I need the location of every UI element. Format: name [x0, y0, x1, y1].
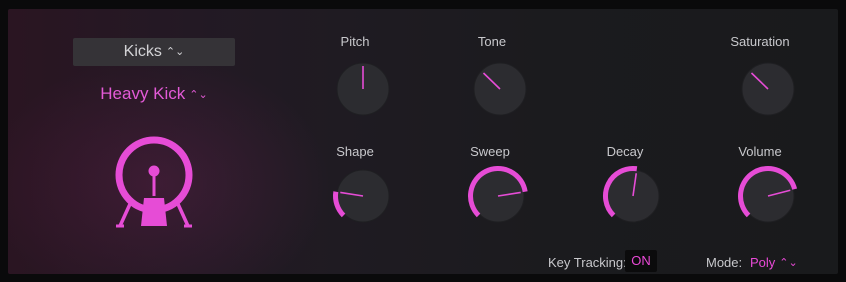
knob-label-pitch: Pitch — [340, 34, 370, 49]
knob-label-volume: Volume — [738, 144, 782, 159]
drum-synth-panel: Kicks ⌃⌄ Heavy Kick ⌃⌄ Pitch Tone Saturation… — [8, 9, 838, 274]
knob-saturation[interactable] — [736, 57, 800, 121]
preset-selector-value: Heavy Kick — [100, 84, 186, 103]
knob-label-sweep: Sweep — [470, 144, 510, 159]
knob-label-shape: Shape — [336, 144, 374, 159]
knob-decay[interactable] — [601, 164, 665, 228]
kick-drum-icon — [115, 136, 193, 228]
mode-label: Mode: — [706, 255, 743, 270]
knob-label-decay: Decay — [606, 144, 644, 159]
knob-sweep[interactable] — [466, 164, 530, 228]
key-tracking-label: Key Tracking: — [548, 255, 627, 270]
up-down-chevron-icon: ⌃⌄ — [189, 89, 208, 101]
knob-tone[interactable] — [468, 57, 532, 121]
knob-label-saturation: Saturation — [730, 34, 790, 49]
kit-selector[interactable]: Kicks ⌃⌄ — [73, 38, 235, 66]
kit-selector-value: Kicks — [123, 43, 162, 60]
knob-label-tone: Tone — [477, 34, 507, 49]
knob-pitch[interactable] — [331, 57, 395, 121]
mode-value: Poly — [750, 255, 776, 270]
mode-selector[interactable]: Poly ⌃⌄ — [750, 255, 798, 270]
knob-volume[interactable] — [736, 164, 800, 228]
key-tracking-toggle[interactable]: ON — [625, 250, 657, 272]
knob-shape[interactable] — [331, 164, 395, 228]
up-down-chevron-icon: ⌃⌄ — [165, 46, 185, 58]
preset-selector[interactable]: Heavy Kick ⌃⌄ — [73, 81, 235, 107]
up-down-chevron-icon: ⌃⌄ — [779, 257, 798, 269]
